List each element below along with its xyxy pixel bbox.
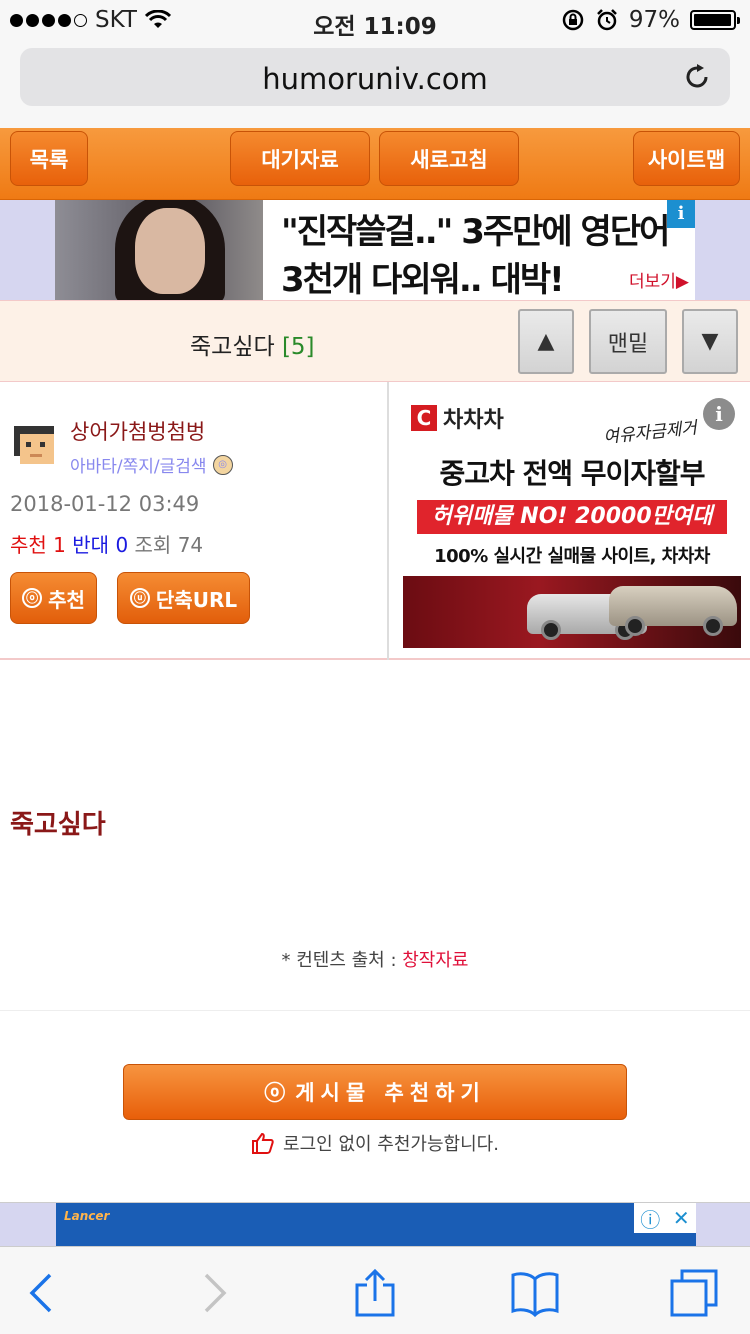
views-label: 조회	[134, 533, 172, 557]
recommend-button[interactable]: ⓞ 추천	[10, 572, 97, 624]
source-link[interactable]: 창작자료	[402, 950, 468, 971]
post-body: 죽고싶다	[10, 810, 106, 840]
recommend-post-mark: ⓞ	[264, 1081, 292, 1105]
oppose-count: 0	[115, 533, 129, 557]
author-links[interactable]: 아바타/쪽지/글검색 ◎	[70, 452, 233, 477]
status-bar: SKT 오전 11:09 97%	[0, 0, 750, 40]
post-date: 2018-01-12 03:49	[10, 492, 200, 516]
status-right: 97%	[561, 7, 740, 33]
recommend-count: 1	[53, 533, 66, 557]
recommend-post-label: 게시물 추천하기	[295, 1081, 486, 1105]
recommend-post-button[interactable]: ⓞ 게시물 추천하기	[123, 1064, 627, 1120]
info-icon[interactable]: i	[667, 200, 695, 228]
comment-count[interactable]: [5]	[282, 334, 315, 360]
bookmarks-icon[interactable]	[509, 1267, 561, 1319]
url-mark-icon: ⓤ	[129, 588, 150, 608]
top-ad-banner[interactable]: "진작쓸걸.." 3주만에 영단어 3천개 다외워.. 대박! 더보기▶ i	[0, 200, 750, 300]
scroll-up-button[interactable]: ▲	[518, 309, 574, 374]
site-nav: 목록 대기자료 새로고침 사이트맵	[0, 128, 750, 200]
car-ad-banner[interactable]: C 차차차 여유자금제거 중고차 전액 무이자할부 허위매물 NO! 20000…	[403, 392, 741, 648]
waiting-content-button[interactable]: 대기자료	[230, 131, 370, 186]
content-source: * 컨텐츠 출처 : 창작자료	[0, 946, 750, 972]
ad-photo	[55, 200, 263, 300]
medal-icon: ◎	[212, 454, 233, 475]
alarm-icon	[596, 9, 617, 31]
sitemap-button[interactable]: 사이트맵	[633, 131, 740, 186]
post-title-text: 죽고싶다	[190, 334, 275, 360]
author-nickname[interactable]: 상어가첨벙첨벙	[70, 416, 205, 446]
bottom-ad-banner[interactable]: Lancer ⓘ ✕	[0, 1202, 750, 1247]
lancer-logo: Lancer	[64, 1209, 110, 1223]
share-icon[interactable]	[349, 1267, 401, 1319]
ad-info-icon[interactable]: ⓘ	[640, 1204, 660, 1233]
source-label: * 컨텐츠 출처 :	[281, 950, 403, 971]
post-title-bar: 죽고싶다 [5] ▲ 맨밑 ▼	[0, 300, 750, 382]
thumbs-up-icon	[252, 1132, 274, 1154]
scroll-bottom-button[interactable]: 맨밑	[589, 309, 667, 374]
ad-controls: ⓘ ✕	[634, 1203, 696, 1233]
ad-text-panel: "진작쓸걸.." 3주만에 영단어 3천개 다외워.. 대박! 더보기▶	[263, 200, 695, 300]
ad-headline-1: "진작쓸걸.." 3주만에 영단어	[281, 212, 670, 252]
chachacha-logo: C	[411, 405, 437, 431]
ad-headline-2: 3천개 다외워.. 대박!	[281, 260, 565, 300]
author-links-text[interactable]: 아바타/쪽지/글검색	[70, 452, 207, 477]
browser-toolbar	[0, 1246, 750, 1334]
refresh-button[interactable]: 새로고침	[379, 131, 519, 186]
car-ad-image	[403, 576, 741, 648]
address-bar[interactable]: humoruniv.com	[20, 48, 730, 106]
battery-percent: 97%	[628, 7, 680, 33]
post-stats: 추천 1 반대 0 조회 74	[10, 529, 203, 558]
avatar[interactable]	[10, 420, 58, 468]
panel-divider	[387, 382, 389, 660]
car-ad-headline: 중고차 전액 무이자할부	[439, 457, 705, 490]
tabs-icon[interactable]	[668, 1267, 720, 1319]
url-text: humoruniv.com	[262, 62, 488, 96]
forward-icon[interactable]	[186, 1267, 238, 1319]
views-count: 74	[177, 533, 204, 557]
close-icon[interactable]: ✕	[673, 1206, 690, 1230]
short-url-button-label: 단축URL	[155, 587, 238, 612]
back-icon[interactable]	[18, 1267, 70, 1319]
reload-icon[interactable]	[682, 62, 712, 92]
ad-more-link[interactable]: 더보기▶	[629, 267, 689, 292]
battery-icon	[690, 10, 740, 30]
recommend-label: 추천	[10, 533, 47, 557]
short-url-button[interactable]: ⓤ 단축URL	[117, 572, 250, 624]
recommend-button-label: 추천	[48, 587, 85, 612]
author-panel: 상어가첨벙첨벙 아바타/쪽지/글검색 ◎ 2018-01-12 03:49 추천…	[0, 382, 750, 660]
post-title: 죽고싶다 [5]	[190, 327, 315, 361]
oppose-label: 반대	[72, 533, 110, 557]
recommend-note: 로그인 없이 추천가능합니다.	[0, 1130, 750, 1156]
car-ad-subline: 100% 실시간 실매물 사이트, 차차차	[434, 546, 710, 567]
browser-chrome: humoruniv.com	[0, 40, 750, 128]
car-ad-brand-name: 차차차	[443, 408, 504, 433]
car-ad-brand: C 차차차	[411, 402, 504, 434]
recommend-note-text: 로그인 없이 추천가능합니다.	[283, 1134, 499, 1155]
car-ad-band: 허위매물 NO! 20000만여대	[417, 500, 727, 534]
car-ad-info-icon[interactable]: i	[703, 398, 735, 430]
recommend-mark-icon: ⓞ	[22, 588, 43, 608]
list-button[interactable]: 목록	[10, 131, 88, 186]
content-separator	[0, 1010, 750, 1011]
car-ad-script: 여유자금제거	[602, 418, 698, 448]
scroll-down-button[interactable]: ▼	[682, 309, 738, 374]
rotation-lock-icon	[562, 9, 584, 31]
bottom-ad-image: Lancer ⓘ ✕	[56, 1203, 696, 1247]
